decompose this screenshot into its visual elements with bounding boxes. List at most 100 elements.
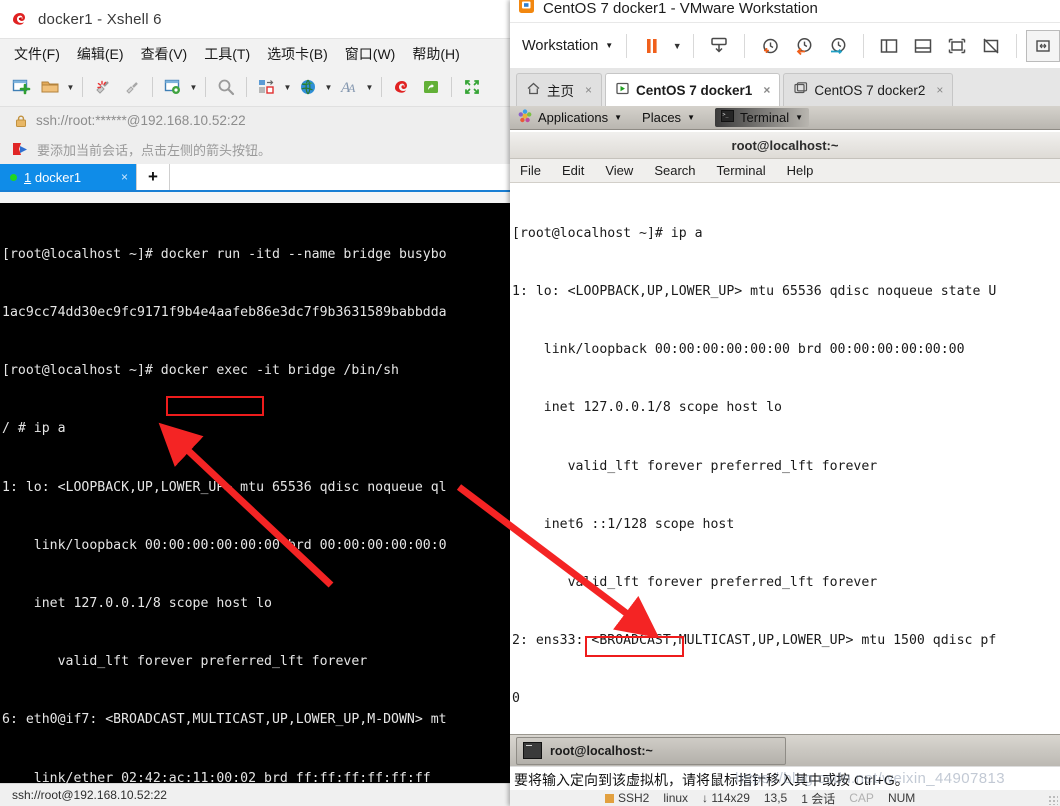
toolbar-separator bbox=[152, 77, 153, 97]
close-icon[interactable]: × bbox=[763, 83, 770, 97]
find-icon[interactable] bbox=[213, 74, 239, 100]
vmware-tabbar[interactable]: 主页 × CentOS 7 docker1 × CentOS 7 docker2… bbox=[510, 68, 1060, 106]
xshell-window: docker1 - Xshell 6 文件(F) 编辑(E) 查看(V) 工具(… bbox=[0, 0, 510, 806]
terminal-line: 1: lo: <LOOPBACK,UP,LOWER_UP> mtu 65536 … bbox=[2, 479, 447, 495]
gt-menu-edit[interactable]: Edit bbox=[562, 163, 584, 178]
toolbar-separator bbox=[246, 77, 247, 97]
menu-view[interactable]: 查看(V) bbox=[141, 44, 188, 64]
menu-edit[interactable]: 编辑(E) bbox=[77, 44, 124, 64]
caret-down-icon: ▼ bbox=[687, 113, 695, 122]
caret-down-icon[interactable]: ▼ bbox=[66, 74, 75, 100]
gt-menu-file[interactable]: File bbox=[520, 163, 541, 178]
menu-help[interactable]: 帮助(H) bbox=[412, 44, 459, 64]
toolbar-separator bbox=[381, 77, 382, 97]
taskbar-button-terminal[interactable]: root@localhost:~ bbox=[516, 736, 786, 765]
toolbar-separator bbox=[205, 77, 206, 97]
status-cursor: 13,5 bbox=[763, 791, 788, 805]
fullscreen-icon[interactable] bbox=[941, 31, 973, 61]
sidebar-toggle-icon[interactable] bbox=[873, 31, 905, 61]
menu-tabs[interactable]: 选项卡(B) bbox=[267, 44, 328, 64]
vm-running-icon bbox=[615, 81, 630, 99]
tab-home-label: 主页 bbox=[547, 84, 574, 99]
stretch-icon[interactable] bbox=[1026, 29, 1060, 62]
xshell-icon[interactable] bbox=[389, 74, 415, 100]
menu-window[interactable]: 窗口(W) bbox=[345, 44, 396, 64]
reconnect-icon[interactable] bbox=[119, 74, 145, 100]
gnome-places-menu[interactable]: Places ▼ bbox=[642, 110, 695, 125]
send-ctrl-alt-del-icon[interactable] bbox=[703, 31, 735, 61]
menu-tools[interactable]: 工具(T) bbox=[204, 44, 250, 64]
connected-status-dot bbox=[10, 173, 17, 181]
terminal-line: valid_lft forever preferred_lft forever bbox=[512, 458, 878, 474]
vmware-logo-icon bbox=[518, 0, 536, 20]
caret-down-icon[interactable]: ▼ bbox=[324, 74, 333, 100]
snapshot-manager-icon[interactable] bbox=[822, 31, 854, 61]
xshell-titlebar: docker1 - Xshell 6 bbox=[0, 0, 510, 38]
terminal-line: / # ip a bbox=[2, 421, 66, 437]
tab-centos7-docker1-label: CentOS 7 docker1 bbox=[636, 82, 753, 98]
caret-down-icon[interactable]: ▼ bbox=[365, 74, 374, 100]
open-folder-icon[interactable] bbox=[37, 74, 63, 100]
svg-text:>_: >_ bbox=[722, 112, 729, 118]
home-icon bbox=[526, 81, 541, 99]
red-arrow-flag-icon bbox=[12, 142, 30, 157]
xshell-menubar[interactable]: 文件(F) 编辑(E) 查看(V) 工具(T) 选项卡(B) 窗口(W) 帮助(… bbox=[0, 38, 510, 68]
unity-mode-icon[interactable] bbox=[975, 31, 1007, 61]
address-input[interactable]: ssh://root:******@192.168.10.52:22 bbox=[36, 113, 246, 128]
new-tab-button[interactable]: + bbox=[136, 164, 170, 190]
tab-centos7-docker1[interactable]: CentOS 7 docker1 × bbox=[605, 73, 781, 106]
close-icon[interactable]: × bbox=[936, 83, 943, 97]
disconnect-icon[interactable] bbox=[90, 74, 116, 100]
console-view-icon[interactable] bbox=[907, 31, 939, 61]
gnome-applications-label: Applications bbox=[538, 110, 609, 125]
fullscreen-icon[interactable] bbox=[459, 74, 485, 100]
gt-menu-search[interactable]: Search bbox=[654, 163, 695, 178]
close-icon[interactable]: × bbox=[113, 170, 128, 184]
gt-menu-terminal[interactable]: Terminal bbox=[717, 163, 766, 178]
xftp-icon[interactable] bbox=[418, 74, 444, 100]
gnome-terminal-title-text: root@localhost:~ bbox=[731, 137, 839, 153]
caret-down-icon[interactable]: ▼ bbox=[670, 31, 684, 61]
menu-file[interactable]: 文件(F) bbox=[14, 44, 60, 64]
xshell-toolbar[interactable]: ▼ ▼ ▼ ▼ A A ▼ bbox=[0, 68, 510, 106]
xshell-terminal-output[interactable]: [root@localhost ~]# docker run -itd --na… bbox=[0, 203, 510, 783]
xshell-tabbar[interactable]: 1 docker1 × + bbox=[0, 164, 510, 192]
session-tab-docker1[interactable]: 1 docker1 × bbox=[0, 164, 136, 190]
gnome-terminal-menu[interactable]: >_ Terminal ▼ bbox=[714, 108, 810, 127]
tab-centos7-docker2[interactable]: CentOS 7 docker2 × bbox=[783, 73, 954, 106]
close-icon[interactable]: × bbox=[585, 83, 592, 97]
xshell-address-bar[interactable]: ssh://root:******@192.168.10.52:22 bbox=[0, 106, 510, 134]
globe-icon[interactable] bbox=[295, 74, 321, 100]
terminal-icon: >_ bbox=[720, 110, 734, 125]
gt-menu-view[interactable]: View bbox=[605, 163, 633, 178]
xshell-hint-bar: 要添加当前会话，点击左侧的箭头按钮。 bbox=[0, 134, 510, 164]
layout-icon[interactable] bbox=[254, 74, 280, 100]
new-session-icon[interactable] bbox=[8, 74, 34, 100]
tab-home[interactable]: 主页 × bbox=[516, 73, 603, 106]
xshell-title-text: docker1 - Xshell 6 bbox=[38, 10, 162, 28]
gnome-taskbar[interactable]: root@localhost:~ bbox=[510, 734, 1060, 766]
font-icon[interactable]: A A bbox=[336, 74, 362, 100]
vmware-toolbar[interactable]: Workstation ▼ ▼ bbox=[510, 22, 1060, 68]
session-properties-icon[interactable] bbox=[160, 74, 186, 100]
terminal-icon bbox=[523, 742, 542, 759]
gnome-top-panel[interactable]: Applications ▼ Places ▼ >_ Terminal ▼ bbox=[510, 106, 1060, 130]
statusbar-connection-text: ssh://root@192.168.10.52:22 bbox=[12, 788, 167, 802]
caret-down-icon[interactable]: ▼ bbox=[189, 74, 198, 100]
gnome-applications-menu[interactable]: Applications ▼ bbox=[518, 109, 622, 126]
terminal-line: inet 127.0.0.1/8 scope host lo bbox=[512, 400, 782, 416]
gt-menu-help[interactable]: Help bbox=[787, 163, 814, 178]
status-termtype: linux bbox=[663, 791, 689, 805]
gnome-terminal-output[interactable]: [root@localhost ~]# ip a 1: lo: <LOOPBAC… bbox=[510, 183, 1060, 722]
snapshot-take-icon[interactable] bbox=[754, 31, 786, 61]
toolbar-separator bbox=[626, 33, 628, 58]
caret-down-icon: ▼ bbox=[795, 113, 804, 122]
resize-grip-icon[interactable] bbox=[1048, 795, 1058, 805]
workstation-menu-button[interactable]: Workstation ▼ bbox=[522, 38, 617, 54]
xshell-statusbar: ssh://root@192.168.10.52:22 bbox=[0, 783, 510, 806]
snapshot-revert-icon[interactable] bbox=[788, 31, 820, 61]
caret-down-icon[interactable]: ▼ bbox=[283, 74, 292, 100]
terminal-line: 1ac9cc74dd30ec9fc9171f9b4e4aafeb86e3dc7f… bbox=[2, 305, 447, 321]
pause-icon[interactable] bbox=[636, 31, 668, 61]
gnome-terminal-menubar[interactable]: File Edit View Search Terminal Help bbox=[510, 159, 1060, 183]
